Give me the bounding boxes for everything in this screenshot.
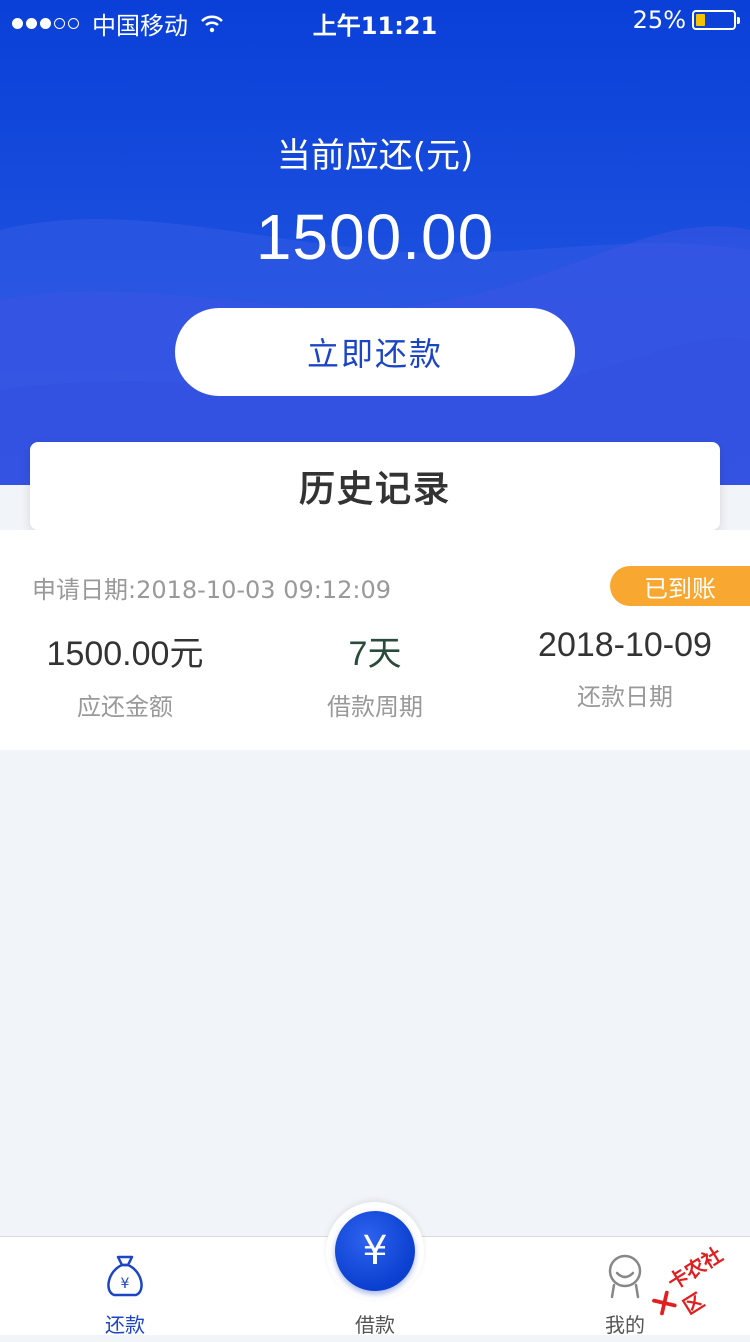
due-date-column: 2018-10-09 还款日期 [500, 626, 750, 712]
tab-repay[interactable]: ¥ 还款 [0, 1237, 250, 1337]
loan-record[interactable]: 申请日期:2018-10-03 09:12:09 已到账 1500.00元 应还… [0, 530, 750, 750]
svg-text:¥: ¥ [121, 1276, 130, 1292]
amount-label: 应还金额 [77, 693, 173, 721]
battery-percent: 25% [632, 6, 686, 34]
due-amount-label: 当前应还(元) [276, 136, 474, 176]
apply-date: 申请日期:2018-10-03 09:12:09 [32, 576, 391, 604]
history-header[interactable]: 历史记录 [30, 442, 720, 530]
due-date-value: 2018-10-09 [538, 626, 712, 664]
status-badge: 已到账 [610, 566, 750, 606]
yen-circle-icon[interactable]: ¥ [335, 1211, 415, 1291]
money-bag-icon: ¥ [107, 1255, 143, 1297]
amount-value: 1500.00元 [46, 635, 204, 673]
header-banner: 中国移动 上午11:21 25% 当前应还(元) 1500.00 立即还款 [0, 0, 750, 485]
amount-column: 1500.00元 应还金额 [0, 626, 250, 722]
due-date-label: 还款日期 [577, 683, 673, 711]
due-amount-value: 1500.00 [255, 201, 495, 273]
period-label: 借款周期 [327, 693, 423, 721]
period-column: 7天 借款周期 [250, 626, 500, 722]
repay-now-button[interactable]: 立即还款 [175, 308, 575, 396]
battery-icon [692, 10, 740, 30]
status-bar: 中国移动 上午11:21 25% [0, 0, 750, 40]
period-value: 7天 [348, 635, 402, 673]
